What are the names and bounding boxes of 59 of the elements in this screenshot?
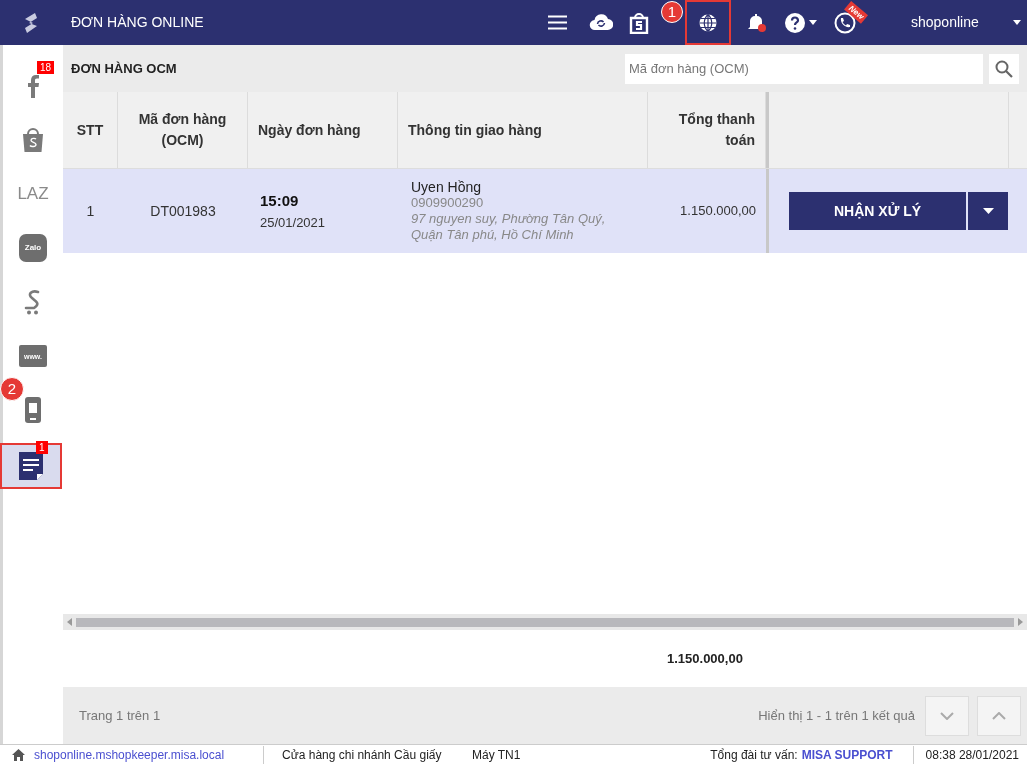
cloud-sync-icon — [589, 14, 613, 31]
shopping-bag-icon — [21, 127, 45, 153]
step-callout: 1 — [661, 1, 683, 23]
zalo-logo: Zalo — [19, 234, 47, 262]
count-badge: 1 — [36, 441, 48, 454]
menu-icon — [547, 15, 567, 30]
search-button[interactable] — [989, 53, 1019, 84]
hotline-name: MISA SUPPORT — [801, 746, 893, 764]
count-badge: 18 — [37, 61, 55, 74]
chevron-down-icon — [940, 711, 954, 720]
scroll-left-icon — [67, 618, 72, 626]
panel-title: ĐƠN HÀNG OCM — [71, 59, 177, 78]
machine-name: Máy TN1 — [472, 746, 521, 764]
caret-icon — [1013, 20, 1021, 25]
help-icon — [783, 11, 806, 34]
hotline-label: Tổng đài tư vấn: — [710, 746, 798, 764]
lazada-logo: LAZ — [17, 183, 49, 206]
notes-icon — [17, 450, 45, 482]
accept-order-button[interactable]: NHẬN XỬ LÝ — [789, 192, 966, 230]
branch-name: Cửa hàng chi nhánh Cầu giấy — [282, 746, 443, 764]
column-header: Ngày đơn hàng — [248, 92, 398, 168]
table-row[interactable]: 1 DT001983 15:09 25/01/2021 Uyen Hồng 0909900290 97 nguyen suy, Phường Tân Quý, Quận Tân phú, Hồ Chí Minh 1.150.000,00 NHẬN XỬ LÝ — [63, 169, 1027, 253]
customer-phone: 0909900290 — [411, 195, 485, 211]
more-options-button[interactable] — [968, 192, 1008, 230]
order-time: 15:09 — [260, 191, 300, 211]
globe-icon — [698, 12, 718, 33]
horizontal-scrollbar[interactable] — [63, 614, 1027, 630]
date-time: 08:38 28/01/2021 — [912, 745, 1027, 764]
step-callout: 2 — [0, 377, 24, 401]
facebook-icon — [26, 74, 40, 98]
column-header: STT — [63, 92, 118, 168]
sidebar-item[interactable]: Zalo — [3, 227, 63, 269]
bag-icon — [629, 11, 649, 34]
order-date: 25/01/2021 — [260, 213, 327, 232]
page-info: Trang 1 trên 1 — [79, 706, 161, 725]
sidebar-item[interactable]: LAZ — [3, 173, 63, 215]
hotline-button[interactable]: New — [823, 0, 867, 45]
search-field[interactable]: Mã đơn hàng (OCM) — [625, 53, 983, 84]
sidebar-item[interactable]: 1 — [0, 443, 62, 489]
chevron-up-icon — [992, 711, 1006, 720]
column-header: Thông tin giao hàng — [398, 92, 648, 168]
caret-icon — [808, 20, 817, 25]
customer-name: Uyen Hồng — [411, 179, 483, 195]
scroll-right-icon — [1018, 618, 1023, 626]
app-title: ĐƠN HÀNG ONLINE — [71, 13, 204, 32]
table-cell-text: 1.150.000,00 — [679, 202, 757, 221]
table-cell-text: 1 — [85, 201, 96, 221]
customer-address: 97 nguyen suy, Phường Tân Quý, Quận Tân phú, Hồ Chí Minh — [411, 211, 607, 243]
grand-total: 1.150.000,00 — [667, 649, 743, 668]
home-icon — [12, 748, 25, 761]
user-menu[interactable]: shoponline — [867, 0, 1027, 45]
bell-icon — [747, 12, 767, 33]
store-url-link[interactable]: shoponline.mshopkeeper.misa.local — [34, 745, 264, 764]
caret-icon — [982, 208, 994, 214]
mobile-shop-icon — [24, 396, 42, 424]
column-header: Mã đơn hàng (OCM) — [118, 92, 248, 168]
results-summary: Hiển thị 1 - 1 trên 1 kết quả — [758, 706, 915, 725]
table-cell-text: DT001983 — [149, 201, 217, 221]
search-icon — [995, 59, 1013, 78]
